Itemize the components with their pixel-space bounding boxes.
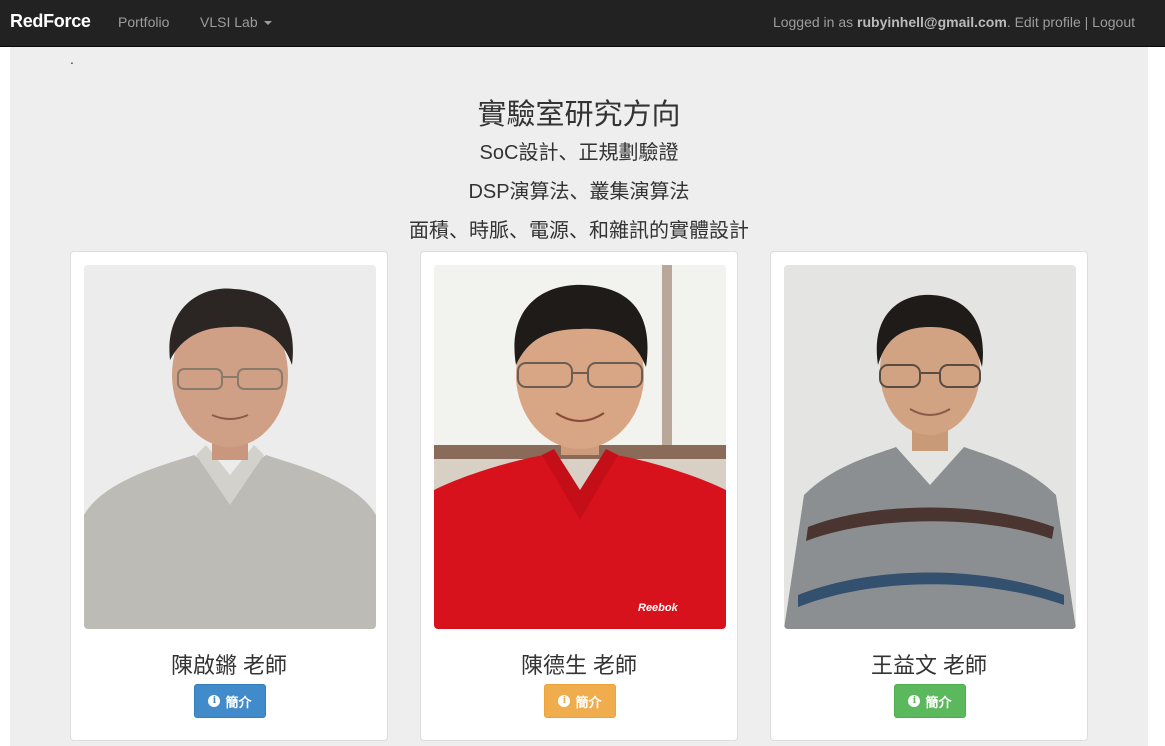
email-suffix: . (1006, 14, 1011, 30)
research-topic-3: 面積、時脈、電源、和雜訊的實體設計 (409, 220, 749, 242)
professor-photo (84, 265, 376, 629)
professor-card: Reebok 陳德生 老師 i 簡介 (420, 251, 738, 741)
profile-button-label: 簡介 (225, 694, 252, 710)
brand-link[interactable]: RedForce (10, 11, 91, 32)
professor-name: 王益文 老師 (870, 653, 988, 678)
info-circle-icon: i (558, 695, 571, 707)
professor-name: 陳啟鏘 老師 (170, 653, 288, 678)
professor-card: 王益文 老師 i 簡介 (770, 251, 1088, 741)
info-circle-icon: i (908, 695, 921, 707)
research-topic-1: SoC設計、正規劃驗證 (479, 142, 679, 164)
logged-in-prefix: Logged in as (772, 14, 858, 30)
profile-button[interactable]: i 簡介 (544, 684, 616, 718)
user-email: rubyinhell@gmail.com (857, 14, 1007, 30)
user-status: Logged in as rubyinhell@gmail.com. Edit … (773, 14, 1135, 30)
logout-link[interactable]: Logout (1092, 14, 1135, 30)
top-navbar: RedForce Portfolio VLSI Lab Logged in as… (0, 0, 1165, 47)
research-topic-2: DSP演算法、叢集演算法 (468, 181, 690, 203)
main-content: . 實驗室研究方向 SoC設計、正規劃驗證 DSP演算法、叢集演算法 面積、時脈… (10, 47, 1148, 746)
profile-button-label: 簡介 (925, 694, 952, 710)
professor-photo: Reebok (434, 265, 726, 629)
professor-name: 陳德生 老師 (520, 653, 638, 678)
professor-photo (784, 265, 1076, 629)
nav-vlsi-lab-dropdown[interactable]: VLSI Lab (200, 14, 272, 30)
svg-text:Reebok: Reebok (638, 602, 679, 614)
nav-separator: | (1084, 14, 1089, 30)
stray-dot: . (70, 51, 74, 67)
nav-portfolio[interactable]: Portfolio (118, 14, 169, 30)
profile-button[interactable]: i 簡介 (894, 684, 966, 718)
info-circle-icon: i (208, 695, 221, 707)
page-title: 實驗室研究方向 (477, 99, 681, 131)
nav-vlsi-lab-label: VLSI Lab (200, 14, 258, 30)
profile-button-label: 簡介 (575, 694, 602, 710)
professor-card: 陳啟鏘 老師 i 簡介 (70, 251, 388, 741)
profile-button[interactable]: i 簡介 (194, 684, 266, 718)
caret-down-icon (263, 21, 272, 26)
edit-profile-link[interactable]: Edit profile (1015, 14, 1081, 30)
